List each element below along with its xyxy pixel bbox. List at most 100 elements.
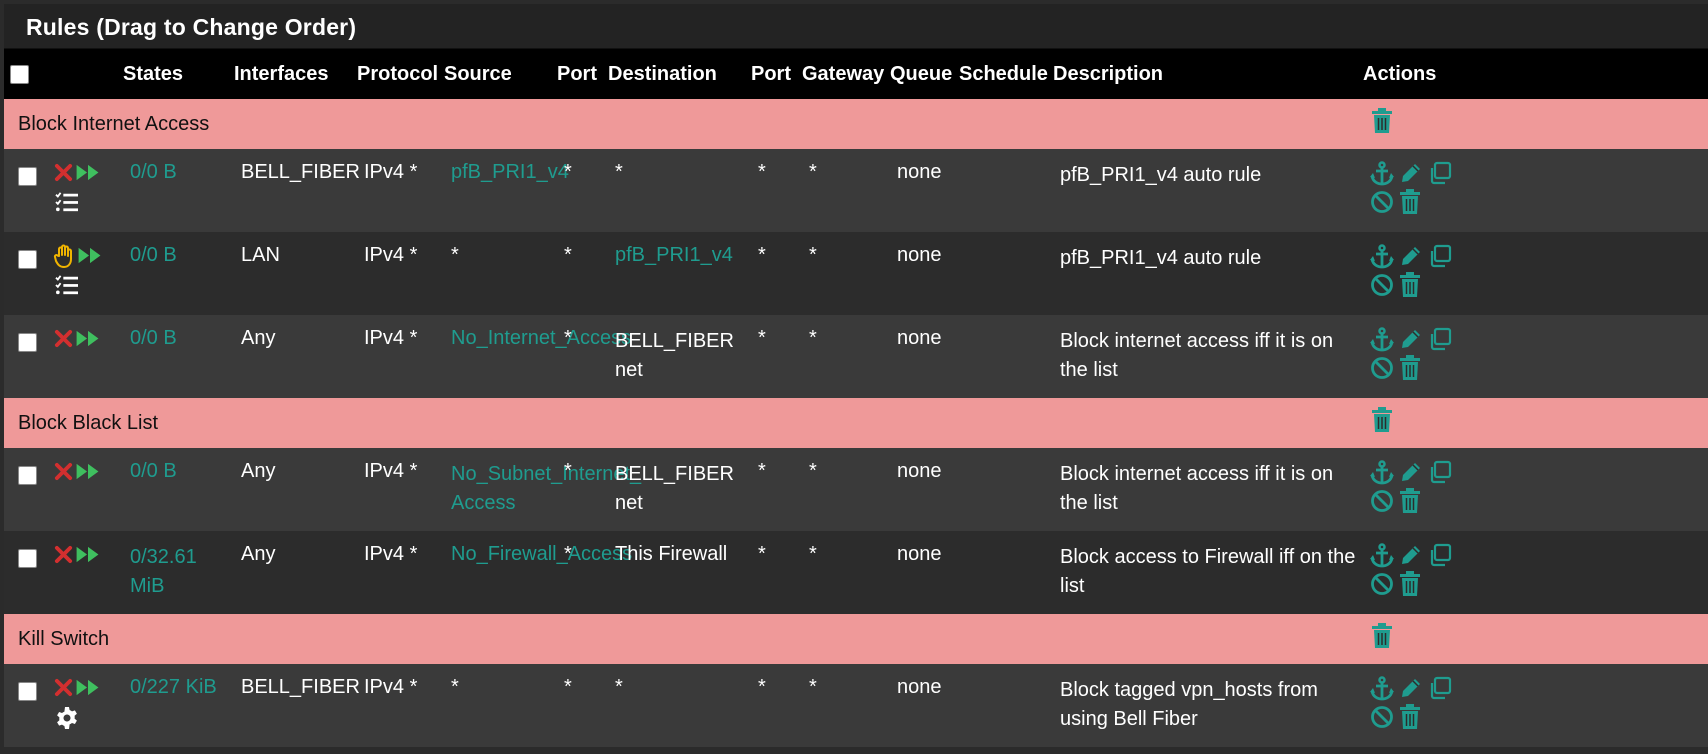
select-all-checkbox[interactable] xyxy=(10,64,29,84)
copy-icon[interactable] xyxy=(1428,676,1452,700)
rule-queue: none xyxy=(897,543,942,565)
separator-row[interactable]: Kill Switch xyxy=(4,614,1708,664)
col-gateway[interactable]: Gateway xyxy=(802,49,890,99)
rule-destination: BELL_FIBER net xyxy=(615,463,734,514)
rule-states[interactable]: 0/0 B xyxy=(123,232,234,315)
trash-icon[interactable] xyxy=(1399,571,1421,597)
rule-checkbox[interactable] xyxy=(18,167,37,186)
block-x-icon xyxy=(54,545,73,564)
rule-destination: This Firewall xyxy=(615,543,728,565)
fast-forward-icon xyxy=(76,246,104,265)
rule-checkbox[interactable] xyxy=(18,682,37,701)
rule-row[interactable]: 0/0 B LAN IPv4 * * * pfB_PRI1_v4 * * non… xyxy=(4,232,1708,315)
copy-icon[interactable] xyxy=(1428,543,1452,567)
rule-source: * xyxy=(451,244,459,266)
rule-schedule xyxy=(959,149,1053,232)
rule-states[interactable]: 0/227 KiB xyxy=(123,664,234,747)
copy-icon[interactable] xyxy=(1428,161,1452,185)
rule-queue: none xyxy=(897,460,942,482)
separator-label: Kill Switch xyxy=(18,627,110,650)
rule-protocol: IPv4 * xyxy=(364,327,418,349)
rule-states[interactable]: 0/0 B xyxy=(123,448,234,531)
copy-icon[interactable] xyxy=(1428,244,1452,268)
rule-destination: * xyxy=(615,161,623,183)
rule-destination[interactable]: pfB_PRI1_v4 xyxy=(608,232,751,315)
ban-icon[interactable] xyxy=(1370,273,1394,297)
separator-row[interactable]: Block Internet Access xyxy=(4,99,1708,149)
anchor-icon[interactable] xyxy=(1370,244,1394,270)
anchor-icon[interactable] xyxy=(1370,543,1394,569)
col-states[interactable]: States xyxy=(123,49,234,99)
rule-description: Block access to Firewall iff on the list xyxy=(1060,546,1356,597)
rule-protocol: IPv4 * xyxy=(364,161,418,183)
trash-icon[interactable] xyxy=(1399,355,1421,381)
rule-checkbox[interactable] xyxy=(18,549,37,568)
trash-icon[interactable] xyxy=(1399,189,1421,215)
col-queue[interactable]: Queue xyxy=(890,49,959,99)
ban-icon[interactable] xyxy=(1370,190,1394,214)
rule-source-port: * xyxy=(564,244,572,266)
trash-icon[interactable] xyxy=(1399,704,1421,730)
pencil-icon[interactable] xyxy=(1399,161,1423,185)
rule-checkbox[interactable] xyxy=(18,466,37,485)
rule-row[interactable]: 0/0 B Any IPv4 * No_Subnet_Internet_ Acc… xyxy=(4,448,1708,531)
rule-interface: Any xyxy=(241,327,276,349)
col-interfaces[interactable]: Interfaces xyxy=(234,49,357,99)
anchor-icon[interactable] xyxy=(1370,161,1394,187)
delete-separator-trash-icon[interactable] xyxy=(1371,623,1393,649)
rule-dest-port: * xyxy=(758,676,766,698)
rule-checkbox[interactable] xyxy=(18,333,37,352)
separator-row[interactable]: Block Black List xyxy=(4,398,1708,448)
rule-source[interactable]: No_Firewall_Access xyxy=(444,531,632,614)
rule-row[interactable]: 0/227 KiB BELL_FIBER IPv4 * * * * * * no… xyxy=(4,664,1708,747)
rule-row[interactable]: 0/0 B Any IPv4 * No_Internet_Access * BE… xyxy=(4,315,1708,398)
list-check-icon[interactable] xyxy=(54,274,80,296)
ban-icon[interactable] xyxy=(1370,572,1394,596)
rule-queue: none xyxy=(897,327,942,349)
copy-icon[interactable] xyxy=(1428,327,1452,351)
trash-icon[interactable] xyxy=(1399,488,1421,514)
ban-icon[interactable] xyxy=(1370,356,1394,380)
delete-separator-trash-icon[interactable] xyxy=(1371,407,1393,433)
pencil-icon[interactable] xyxy=(1399,460,1423,484)
gear-icon[interactable] xyxy=(55,706,79,730)
delete-separator-trash-icon[interactable] xyxy=(1371,108,1393,134)
col-description[interactable]: Description xyxy=(1053,49,1358,99)
rule-schedule xyxy=(959,315,1053,398)
block-x-icon xyxy=(54,678,73,697)
anchor-icon[interactable] xyxy=(1370,460,1394,486)
rule-checkbox[interactable] xyxy=(18,250,37,269)
list-check-icon[interactable] xyxy=(54,191,80,213)
col-dest-port[interactable]: Port xyxy=(751,49,802,99)
rule-source[interactable]: No_Internet_Access xyxy=(444,315,631,398)
rule-destination: BELL_FIBER net xyxy=(615,330,734,381)
anchor-icon[interactable] xyxy=(1370,327,1394,353)
rule-interface: BELL_FIBER xyxy=(241,161,360,183)
pencil-icon[interactable] xyxy=(1399,327,1423,351)
rule-states[interactable]: 0/0 B xyxy=(123,149,234,232)
pencil-icon[interactable] xyxy=(1399,244,1423,268)
col-destination[interactable]: Destination xyxy=(608,49,751,99)
pencil-icon[interactable] xyxy=(1399,676,1423,700)
col-source-port[interactable]: Port xyxy=(557,49,608,99)
rule-row[interactable]: 0/32.61 MiB Any IPv4 * No_Firewall_Acces… xyxy=(4,531,1708,614)
rule-actions xyxy=(1358,244,1468,304)
rule-source-port: * xyxy=(564,161,572,183)
rule-row[interactable]: 0/0 B BELL_FIBER IPv4 * pfB_PRI1_v4 * * … xyxy=(4,149,1708,232)
trash-icon[interactable] xyxy=(1399,272,1421,298)
rule-states[interactable]: 0/0 B xyxy=(123,315,234,398)
copy-icon[interactable] xyxy=(1428,460,1452,484)
col-protocol[interactable]: Protocol xyxy=(357,49,444,99)
col-schedule[interactable]: Schedule xyxy=(959,49,1053,99)
rule-source[interactable]: pfB_PRI1_v4 xyxy=(444,149,569,232)
col-source[interactable]: Source xyxy=(444,49,557,99)
rule-states[interactable]: 0/32.61 MiB xyxy=(123,531,234,614)
rule-gateway: * xyxy=(809,460,817,482)
ban-icon[interactable] xyxy=(1370,489,1394,513)
ban-icon[interactable] xyxy=(1370,705,1394,729)
rule-schedule xyxy=(959,664,1053,747)
pencil-icon[interactable] xyxy=(1399,543,1423,567)
block-x-icon xyxy=(54,329,73,348)
rule-source[interactable]: No_Subnet_Internet_ Access xyxy=(444,448,641,531)
anchor-icon[interactable] xyxy=(1370,676,1394,702)
